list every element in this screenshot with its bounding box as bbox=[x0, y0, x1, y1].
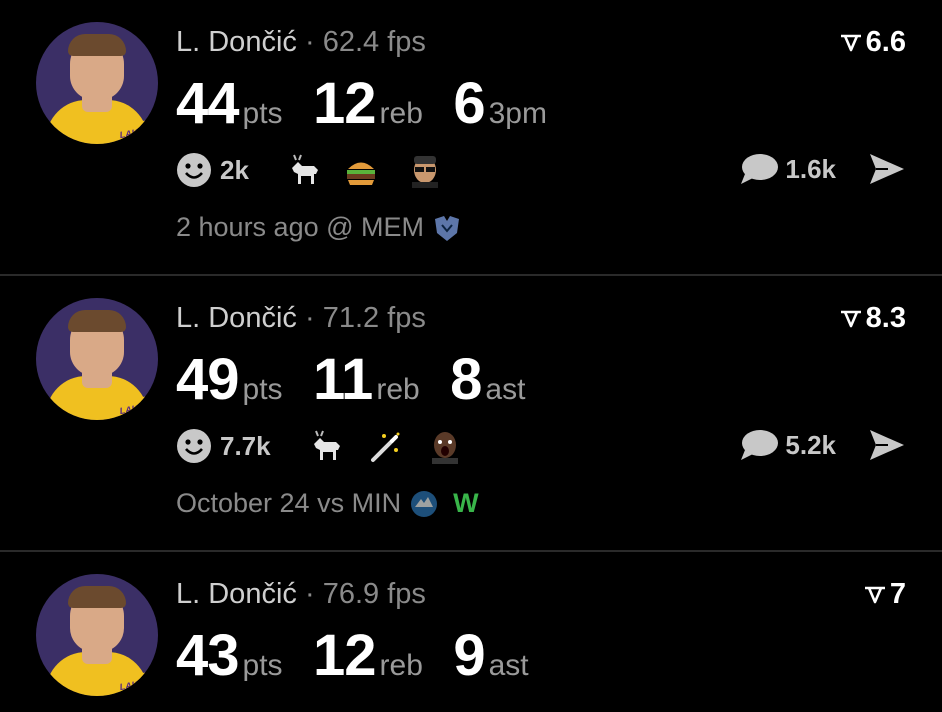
rating: 6.6 bbox=[840, 26, 906, 59]
share-button[interactable] bbox=[868, 428, 906, 467]
goat-emoji[interactable] bbox=[308, 428, 346, 466]
stat-points: 49 pts bbox=[176, 347, 283, 412]
player-avatar[interactable]: LAKERS bbox=[36, 298, 158, 420]
stat-assists: 9 ast bbox=[453, 623, 529, 688]
reaction-row: 2k 1.6k bbox=[176, 148, 906, 192]
fps-score: 76.9 fps bbox=[322, 578, 426, 610]
fps-score: 71.2 fps bbox=[322, 302, 426, 334]
player-name[interactable]: L. Dončić bbox=[176, 578, 297, 610]
game-card[interactable]: LAKERS L. Dončić · 76.9 fps 7 43 pts 12 re… bbox=[0, 552, 942, 712]
rating-funnel-icon bbox=[864, 587, 885, 604]
game-card[interactable]: LAKERS L. Dončić · 71.2 fps 8.3 49 pts 11… bbox=[0, 276, 942, 550]
rating-funnel-icon bbox=[840, 311, 861, 328]
player-avatar[interactable]: LAKERS bbox=[36, 574, 158, 696]
stat-threes: 6 3pm bbox=[453, 71, 547, 136]
stat-line: 49 pts 11 reb 8 ast bbox=[176, 346, 551, 413]
share-button[interactable] bbox=[868, 152, 906, 191]
sunglasses-face-emoji[interactable] bbox=[406, 152, 444, 190]
stat-points: 43 pts bbox=[176, 623, 283, 688]
reaction-row: 7.7k 5.2k bbox=[176, 424, 906, 468]
stat-points: 44 pts bbox=[176, 71, 283, 136]
game-meta[interactable]: 2 hours ago @ MEM bbox=[176, 212, 462, 243]
reaction-button[interactable]: 7.7k bbox=[176, 428, 271, 464]
smiley-icon bbox=[177, 153, 211, 187]
stat-line: 43 pts 12 reb 9 ast bbox=[176, 622, 555, 689]
player-name-line: L. Dončić · 76.9 fps bbox=[176, 578, 426, 610]
game-card[interactable]: LAKERS L. Dončić · 62.4 fps 6.6 44 pts 12… bbox=[0, 0, 942, 274]
player-name[interactable]: L. Dončić bbox=[176, 302, 297, 334]
grizzlies-logo-icon bbox=[435, 215, 460, 241]
player-name-line: L. Dončić · 62.4 fps bbox=[176, 26, 426, 58]
stat-line: 44 pts 12 reb 6 3pm bbox=[176, 70, 573, 137]
player-name-line: L. Dončić · 71.2 fps bbox=[176, 302, 426, 334]
player-avatar[interactable]: LAKERS bbox=[36, 22, 158, 144]
timberwolves-logo-icon bbox=[411, 490, 438, 517]
reaction-button[interactable]: 2k bbox=[176, 152, 249, 188]
game-meta[interactable]: October 24 vs MIN W bbox=[176, 488, 479, 519]
stat-rebounds: 12 reb bbox=[313, 623, 423, 688]
rating-funnel-icon bbox=[840, 35, 861, 52]
fps-score: 62.4 fps bbox=[322, 26, 426, 58]
comment-button[interactable]: 5.2k bbox=[739, 428, 836, 462]
result-badge: W bbox=[453, 488, 479, 518]
send-icon bbox=[870, 154, 904, 184]
goat-emoji[interactable] bbox=[286, 152, 324, 190]
comment-bubble-icon bbox=[741, 430, 779, 460]
burger-emoji[interactable] bbox=[342, 152, 380, 190]
stat-rebounds: 11 reb bbox=[313, 347, 420, 412]
player-name[interactable]: L. Dončić bbox=[176, 26, 297, 58]
rating: 8.3 bbox=[840, 302, 906, 335]
send-icon bbox=[870, 430, 904, 460]
smiley-icon bbox=[177, 429, 211, 463]
shocked-face-emoji[interactable] bbox=[426, 428, 464, 466]
stat-assists: 8 ast bbox=[450, 347, 526, 412]
stat-rebounds: 12 reb bbox=[313, 71, 423, 136]
magic-wand-emoji[interactable] bbox=[366, 428, 404, 466]
comment-button[interactable]: 1.6k bbox=[739, 152, 836, 186]
rating: 7 bbox=[864, 578, 906, 611]
comment-bubble-icon bbox=[741, 154, 779, 184]
